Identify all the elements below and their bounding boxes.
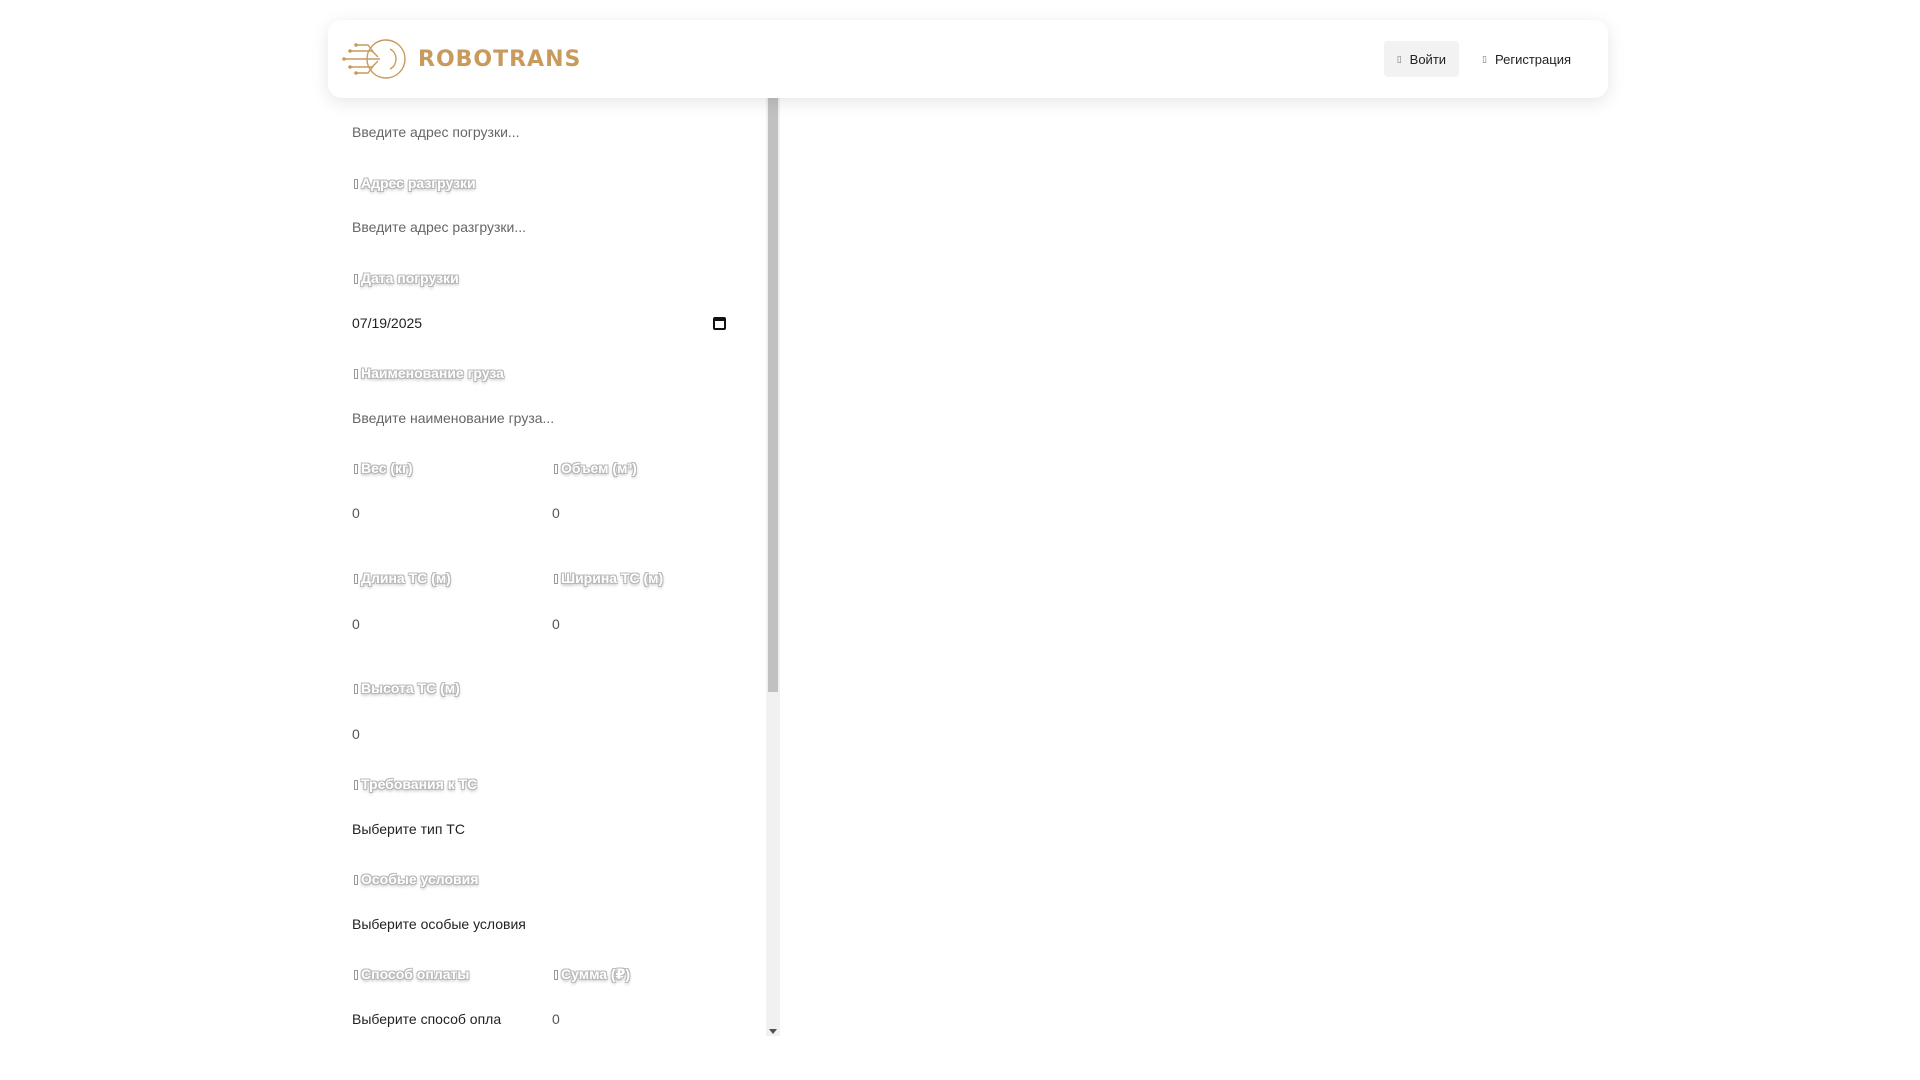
register-icon: ▯ <box>1482 53 1487 64</box>
vehicle-type-select[interactable]: Выберите тип ТС <box>336 811 756 847</box>
unloading-address-input[interactable]: Введите адрес разгрузки... <box>336 209 756 245</box>
special-conditions-label: Особые условия <box>354 871 478 887</box>
vehicle-height-input[interactable]: 0 <box>336 716 526 752</box>
vehicle-height-label: Высота ТС (м) <box>354 680 460 696</box>
cargo-name-label: Наименование груза <box>354 365 504 381</box>
box-icon <box>354 369 358 379</box>
logo-text: ROBOTRANS <box>418 46 582 72</box>
login-label: Войти <box>1409 51 1447 67</box>
amount-label: Сумма (₽) <box>554 966 630 983</box>
loading-date-value: 07/19/2025 <box>352 315 423 331</box>
unloading-address-label: Адрес разгрузки <box>354 175 476 191</box>
scrollbar-thumb[interactable] <box>768 98 778 692</box>
register-button[interactable]: ▯ Регистрация <box>1469 41 1584 77</box>
truck-icon <box>354 780 358 790</box>
height-icon <box>354 684 358 694</box>
loading-date-input[interactable]: 07/19/2025 <box>336 305 742 341</box>
special-conditions-value: Выберите особые условия <box>352 916 526 932</box>
top-header: ROBOTRANS ▯ Войти ▯ Регистрация <box>328 20 1608 98</box>
payment-method-label: Способ оплаты <box>354 966 469 982</box>
logo-icon <box>342 39 406 79</box>
amount-input[interactable]: 0 <box>536 1001 736 1036</box>
cargo-name-input[interactable]: Введите наименование груза... <box>336 400 756 436</box>
special-conditions-select[interactable]: Выберите особые условия <box>336 906 756 942</box>
vehicle-length-value: 0 <box>352 616 360 632</box>
amount-value: 0 <box>552 1011 560 1027</box>
location-icon <box>354 179 358 189</box>
scroll-down-icon[interactable] <box>769 1029 777 1034</box>
vehicle-width-value: 0 <box>552 616 560 632</box>
volume-label: Объем (м³) <box>554 460 637 476</box>
payment-method-select[interactable]: Выберите способ опла <box>336 1001 526 1036</box>
ruble-icon <box>554 970 558 980</box>
vehicle-length-label: Длина ТС (м) <box>354 570 451 586</box>
weight-input[interactable]: 0 <box>336 495 526 531</box>
order-form-panel: Введите адрес погрузки... Адрес разгрузк… <box>328 60 780 1036</box>
vehicle-width-input[interactable]: 0 <box>536 606 736 642</box>
calendar-label-icon <box>354 274 358 284</box>
auth-nav: ▯ Войти ▯ Регистрация <box>1383 41 1584 77</box>
volume-input[interactable]: 0 <box>536 495 736 531</box>
weight-icon <box>354 464 358 474</box>
loading-date-label: Дата погрузки <box>354 270 459 286</box>
vehicle-type-value: Выберите тип ТС <box>352 821 465 837</box>
login-button[interactable]: ▯ Войти <box>1383 41 1460 77</box>
loading-address-input[interactable]: Введите адрес погрузки... <box>336 114 756 150</box>
login-icon: ▯ <box>1396 53 1402 64</box>
width-icon <box>554 574 558 584</box>
weight-label: Вес (кг) <box>354 460 413 476</box>
calendar-icon[interactable] <box>713 316 726 330</box>
weight-value: 0 <box>352 505 360 521</box>
volume-icon <box>554 464 558 474</box>
ruler-icon <box>354 574 358 584</box>
register-label: Регистрация <box>1495 51 1571 67</box>
vehicle-width-label: Ширина ТС (м) <box>554 570 663 586</box>
logo[interactable]: ROBOTRANS <box>340 37 581 81</box>
conditions-icon <box>354 875 358 885</box>
volume-value: 0 <box>552 505 560 521</box>
vehicle-length-input[interactable]: 0 <box>336 606 526 642</box>
payment-icon <box>354 970 358 980</box>
loading-address-placeholder: Введите адрес погрузки... <box>352 124 520 140</box>
form-scrollbar[interactable] <box>766 60 780 1036</box>
vehicle-height-value: 0 <box>352 726 360 742</box>
vehicle-requirements-label: Требования к ТС <box>354 776 477 792</box>
unloading-address-placeholder: Введите адрес разгрузки... <box>352 219 527 235</box>
payment-method-value: Выберите способ опла <box>352 1011 502 1027</box>
cargo-name-placeholder: Введите наименование груза... <box>352 410 555 426</box>
